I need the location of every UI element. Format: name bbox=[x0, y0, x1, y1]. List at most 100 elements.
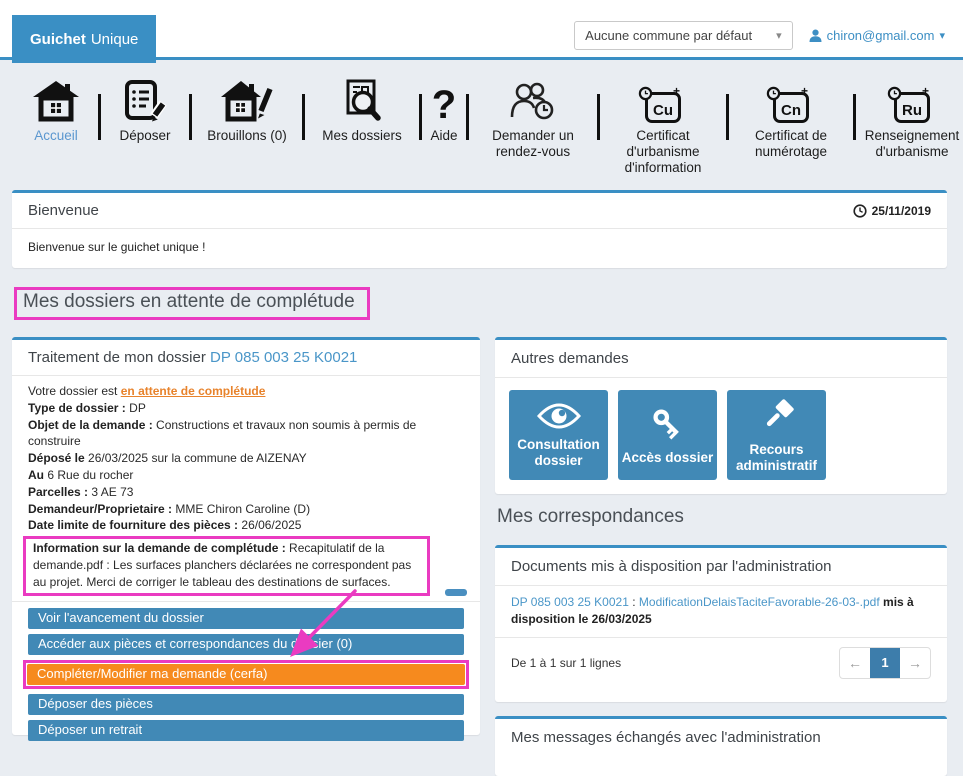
nav-item-rendez-vous[interactable]: Demander un rendez-vous bbox=[469, 70, 597, 160]
gavel-icon bbox=[757, 397, 797, 435]
badge-letters: Cn bbox=[781, 103, 801, 120]
nav-item-certificat-urbanisme[interactable]: + Cu Certificat d'urbanisme d'informatio… bbox=[600, 70, 726, 176]
field-line: Déposé le 26/03/2025 sur la commune de A… bbox=[28, 450, 464, 467]
plus-icon: + bbox=[673, 84, 680, 98]
welcome-header: Bienvenue 25/11/2019 bbox=[12, 193, 947, 228]
document-separator: : bbox=[629, 595, 639, 609]
nav-item-deposer[interactable]: Déposer bbox=[101, 70, 189, 144]
badge-letters: Cu bbox=[653, 103, 673, 120]
main-nav: Accueil Déposer bbox=[14, 70, 963, 176]
dossier-card: Traitement de mon dossier DP 085 003 25 … bbox=[12, 337, 480, 735]
dossier-card-title: Traitement de mon dossier DP 085 003 25 … bbox=[12, 340, 480, 375]
dossier-reference-link[interactable]: DP 085 003 25 K0021 bbox=[210, 349, 357, 366]
nav-item-label: Accueil bbox=[34, 128, 78, 144]
field-line: Au 6 Rue du rocher bbox=[28, 467, 464, 484]
annotation-box-completeness-info: Information sur la demande de complétude… bbox=[23, 536, 430, 595]
tile-consultation-dossier[interactable]: Consultation dossier bbox=[509, 390, 608, 480]
action-voir-avancement[interactable]: Voir l'avancement du dossier bbox=[28, 608, 464, 629]
clock-icon bbox=[887, 86, 902, 101]
tile-label: Recours administratif bbox=[727, 442, 826, 472]
chevron-down-icon: ▾ bbox=[776, 29, 782, 42]
messages-card: Mes messages échangés avec l'administrat… bbox=[495, 716, 947, 776]
clock-icon bbox=[638, 86, 653, 101]
badge-letters: Ru bbox=[902, 103, 922, 120]
ru-badge-icon: + Ru bbox=[894, 70, 930, 128]
nav-item-label: Certificat d'urbanisme d'information bbox=[600, 128, 726, 176]
welcome-message: Bienvenue sur le guichet unique ! bbox=[12, 229, 947, 265]
field-line: Date limite de fourniture des pièces : 2… bbox=[28, 517, 464, 534]
action-deposer-pieces[interactable]: Déposer des pièces bbox=[28, 694, 464, 715]
nav-item-brouillons[interactable]: Brouillons (0) bbox=[192, 70, 302, 144]
document-row: DP 085 003 25 K0021 : ModificationDelais… bbox=[495, 586, 947, 637]
commune-dropdown-value: Aucune commune par défaut bbox=[585, 28, 752, 43]
nav-item-certificat-numerotage[interactable]: + Cn Certificat de numérotage bbox=[729, 70, 853, 160]
annotation-box-completer-button: Compléter/Modifier ma demande (cerfa) bbox=[23, 660, 469, 689]
welcome-card: Bienvenue 25/11/2019 Bienvenue sur le gu… bbox=[12, 190, 947, 268]
action-deposer-retrait[interactable]: Déposer un retrait bbox=[28, 720, 464, 741]
chevron-down-icon: ▾ bbox=[939, 29, 945, 42]
nav-item-label: Aide bbox=[430, 128, 457, 144]
nav-item-mes-dossiers[interactable]: Mes dossiers bbox=[305, 70, 419, 144]
user-email: chiron@gmail.com bbox=[827, 28, 935, 43]
home-icon bbox=[33, 70, 79, 128]
dossier-details: Votre dossier est en attente de complétu… bbox=[12, 376, 480, 596]
info-label: Information sur la demande de complétude… bbox=[33, 541, 286, 555]
other-requests-tiles: Consultation dossier Accès dossier bbox=[495, 378, 947, 492]
deposit-icon bbox=[123, 70, 167, 128]
pagination-next-button[interactable]: → bbox=[900, 648, 930, 678]
help-icon: ? bbox=[432, 70, 456, 128]
status-link[interactable]: en attente de complétude bbox=[121, 384, 266, 398]
other-requests-card: Autres demandes Consultation dossier bbox=[495, 337, 947, 494]
clock-icon bbox=[853, 204, 867, 218]
documents-card-title: Documents mis à disposition par l'admini… bbox=[495, 548, 947, 585]
nav-item-label: Renseignement d'urbanisme bbox=[856, 128, 963, 160]
tile-acces-dossier[interactable]: Accès dossier bbox=[618, 390, 717, 480]
cu-badge-icon: + Cu bbox=[645, 70, 681, 128]
tile-label: Accès dossier bbox=[622, 450, 714, 465]
dossier-actions: Voir l'avancement du dossier Accéder aux… bbox=[12, 602, 480, 741]
tile-recours-administratif[interactable]: Recours administratif bbox=[727, 390, 826, 480]
nav-item-label: Brouillons (0) bbox=[207, 128, 287, 144]
field-line: Type de dossier : DP bbox=[28, 400, 464, 417]
pagination-prev-button[interactable]: ← bbox=[840, 648, 870, 678]
header-right: Aucune commune par défaut ▾ chiron@gmail… bbox=[574, 21, 945, 50]
status-prefix: Votre dossier est bbox=[28, 384, 117, 398]
correspondences-title: Mes correspondances bbox=[497, 506, 684, 528]
welcome-title: Bienvenue bbox=[28, 202, 99, 219]
user-icon bbox=[809, 29, 822, 42]
clock-icon bbox=[766, 86, 781, 101]
pagination-page-1[interactable]: 1 bbox=[870, 648, 900, 678]
pagination-summary: De 1 à 1 sur 1 lignes bbox=[511, 656, 621, 670]
welcome-date-value: 25/11/2019 bbox=[872, 204, 931, 218]
nav-item-accueil[interactable]: Accueil bbox=[14, 70, 98, 144]
document-file-link[interactable]: ModificationDelaisTaciteFavorable-26-03-… bbox=[639, 595, 880, 609]
document-reference-link[interactable]: DP 085 003 25 K0021 bbox=[511, 595, 629, 609]
field-line: Parcelles : 3 AE 73 bbox=[28, 484, 464, 501]
folders-search-icon bbox=[341, 70, 383, 128]
nav-item-label: Demander un rendez-vous bbox=[469, 128, 597, 160]
action-acceder-pieces[interactable]: Accéder aux pièces et correspondances du… bbox=[28, 634, 464, 655]
pagination: ← 1 → bbox=[839, 647, 931, 679]
nav-item-aide[interactable]: ? Aide bbox=[422, 70, 466, 144]
other-requests-title: Autres demandes bbox=[495, 340, 947, 377]
commune-dropdown[interactable]: Aucune commune par défaut ▾ bbox=[574, 21, 792, 50]
app-logo-bold: Guichet bbox=[30, 31, 86, 48]
tile-label: Consultation dossier bbox=[509, 437, 608, 467]
cn-badge-icon: + Cn bbox=[773, 70, 809, 128]
nav-item-renseignement-urbanisme[interactable]: + Ru Renseignement d'urbanisme bbox=[856, 70, 963, 160]
top-bar: Guichet Unique Aucune commune par défaut… bbox=[0, 0, 963, 60]
appointment-icon bbox=[510, 70, 556, 128]
nav-item-label: Mes dossiers bbox=[322, 128, 402, 144]
action-completer-modifier[interactable]: Compléter/Modifier ma demande (cerfa) bbox=[27, 664, 465, 685]
app-logo: Guichet Unique bbox=[12, 15, 156, 63]
user-menu[interactable]: chiron@gmail.com ▾ bbox=[809, 28, 945, 43]
page: Guichet Unique Aucune commune par défaut… bbox=[0, 0, 963, 750]
eye-icon bbox=[537, 402, 581, 430]
app-logo-regular: Unique bbox=[91, 31, 139, 48]
collapse-dash-control[interactable] bbox=[445, 589, 467, 596]
section-title: Mes dossiers en attente de complétude bbox=[23, 291, 355, 313]
nav-item-label: Certificat de numérotage bbox=[729, 128, 853, 160]
key-icon bbox=[648, 405, 688, 443]
dossier-status-line: Votre dossier est en attente de complétu… bbox=[28, 383, 464, 400]
field-line: Demandeur/Proprietaire : MME Chiron Caro… bbox=[28, 501, 464, 518]
